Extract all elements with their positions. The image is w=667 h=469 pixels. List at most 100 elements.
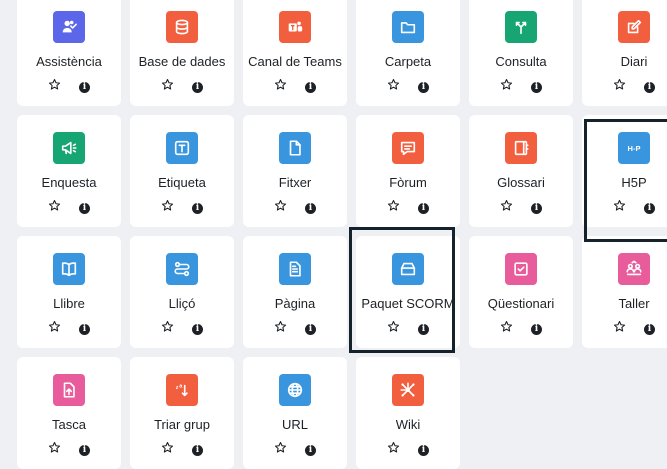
star-icon[interactable]: [48, 199, 61, 217]
info-icon[interactable]: i: [644, 81, 655, 93]
group-choice-icon: za: [166, 374, 198, 406]
activity-tile-llibre[interactable]: Llibre i: [17, 236, 121, 348]
star-icon[interactable]: [274, 199, 287, 217]
choice-icon: [505, 11, 537, 43]
activity-tile-carpeta[interactable]: Carpeta i: [356, 0, 460, 106]
activity-tile-diari[interactable]: Diari i: [582, 0, 667, 106]
svg-text:H-P: H-P: [628, 144, 641, 153]
star-icon[interactable]: [48, 78, 61, 96]
activity-tile-taller[interactable]: Taller i: [582, 236, 667, 348]
info-icon[interactable]: i: [305, 444, 316, 456]
info-icon[interactable]: i: [305, 81, 316, 93]
star-icon[interactable]: [161, 199, 174, 217]
star-icon[interactable]: [274, 78, 287, 96]
info-icon[interactable]: i: [418, 444, 429, 456]
info-icon[interactable]: i: [305, 323, 316, 335]
star-icon[interactable]: [387, 441, 400, 459]
activity-tile-enquesta[interactable]: Enquesta i: [17, 115, 121, 227]
info-icon[interactable]: i: [531, 81, 542, 93]
scorm-package-icon: [392, 253, 424, 285]
activity-label: Consulta: [495, 54, 547, 69]
star-icon[interactable]: [161, 78, 174, 96]
star-icon[interactable]: [48, 441, 61, 459]
book-icon: [53, 253, 85, 285]
star-icon[interactable]: [613, 78, 626, 96]
activity-label: Taller: [618, 296, 650, 311]
info-icon[interactable]: i: [418, 323, 429, 335]
activity-label: Assistència: [36, 54, 102, 69]
info-icon[interactable]: i: [79, 323, 90, 335]
activity-label: URL: [281, 417, 308, 432]
activity-label: Fitxer: [278, 175, 312, 190]
info-icon[interactable]: i: [644, 202, 655, 214]
workshop-icon: [618, 253, 650, 285]
activity-tile-consulta[interactable]: Consulta i: [469, 0, 573, 106]
lesson-icon: [166, 253, 198, 285]
activity-tile-canal-de-teams[interactable]: Canal de Teams i: [243, 0, 347, 106]
activity-tile-url[interactable]: URL i: [243, 357, 347, 469]
star-icon[interactable]: [500, 320, 513, 338]
activity-tile-tasca[interactable]: Tasca i: [17, 357, 121, 469]
activity-tile-glossari[interactable]: Glossari i: [469, 115, 573, 227]
wiki-icon: [392, 374, 424, 406]
star-icon[interactable]: [48, 320, 61, 338]
info-icon[interactable]: i: [192, 323, 203, 335]
activity-tile-forum[interactable]: Fòrum i: [356, 115, 460, 227]
megaphone-icon: [53, 132, 85, 164]
activity-tile-questionari[interactable]: Qüestionari i: [469, 236, 573, 348]
activity-label: Qüestionari: [487, 296, 555, 311]
svg-text:a: a: [179, 383, 183, 389]
star-icon[interactable]: [274, 441, 287, 459]
info-icon[interactable]: i: [79, 444, 90, 456]
activity-tile-assistencia[interactable]: Assistència i: [17, 0, 121, 106]
forum-icon: [392, 132, 424, 164]
star-icon[interactable]: [613, 320, 626, 338]
assignment-icon: [53, 374, 85, 406]
info-icon[interactable]: i: [79, 81, 90, 93]
activity-tile-llico[interactable]: Lliçó i: [130, 236, 234, 348]
attendance-icon: [53, 11, 85, 43]
info-icon[interactable]: i: [531, 323, 542, 335]
label-icon: [166, 132, 198, 164]
activity-label: Wiki: [395, 417, 421, 432]
folder-icon: [392, 11, 424, 43]
activity-label: Pàgina: [274, 296, 316, 311]
teams-icon: [279, 11, 311, 43]
activity-label: Paquet SCORM: [361, 296, 455, 311]
star-icon[interactable]: [500, 199, 513, 217]
database-icon: [166, 11, 198, 43]
star-icon[interactable]: [161, 320, 174, 338]
star-icon[interactable]: [161, 441, 174, 459]
info-icon[interactable]: i: [531, 202, 542, 214]
info-icon[interactable]: i: [418, 202, 429, 214]
activity-tile-h5p[interactable]: H-P H5P i: [582, 115, 667, 227]
info-icon[interactable]: i: [192, 444, 203, 456]
activity-tile-etiqueta[interactable]: Etiqueta i: [130, 115, 234, 227]
activity-label: Glossari: [497, 175, 545, 190]
info-icon[interactable]: i: [305, 202, 316, 214]
info-icon[interactable]: i: [192, 81, 203, 93]
info-icon[interactable]: i: [644, 323, 655, 335]
activity-tile-wiki[interactable]: Wiki i: [356, 357, 460, 469]
star-icon[interactable]: [613, 199, 626, 217]
quiz-icon: [505, 253, 537, 285]
activity-tile-triar-grup[interactable]: za Triar grup i: [130, 357, 234, 469]
star-icon[interactable]: [387, 78, 400, 96]
activity-tile-pagina[interactable]: Pàgina i: [243, 236, 347, 348]
star-icon[interactable]: [387, 320, 400, 338]
info-icon[interactable]: i: [192, 202, 203, 214]
star-icon[interactable]: [500, 78, 513, 96]
activity-tile-paquet-scorm[interactable]: Paquet SCORM i: [356, 236, 460, 348]
info-icon[interactable]: i: [79, 202, 90, 214]
activity-tile-fitxer[interactable]: Fitxer i: [243, 115, 347, 227]
activity-label: Carpeta: [384, 54, 432, 69]
file-icon: [279, 132, 311, 164]
activity-label: Diari: [620, 54, 648, 69]
info-icon[interactable]: i: [418, 81, 429, 93]
star-icon[interactable]: [274, 320, 287, 338]
journal-icon: [618, 11, 650, 43]
star-icon[interactable]: [387, 199, 400, 217]
activity-label: Tasca: [52, 417, 86, 432]
activity-tile-base-de-dades[interactable]: Base de dades i: [130, 0, 234, 106]
globe-icon: [279, 374, 311, 406]
